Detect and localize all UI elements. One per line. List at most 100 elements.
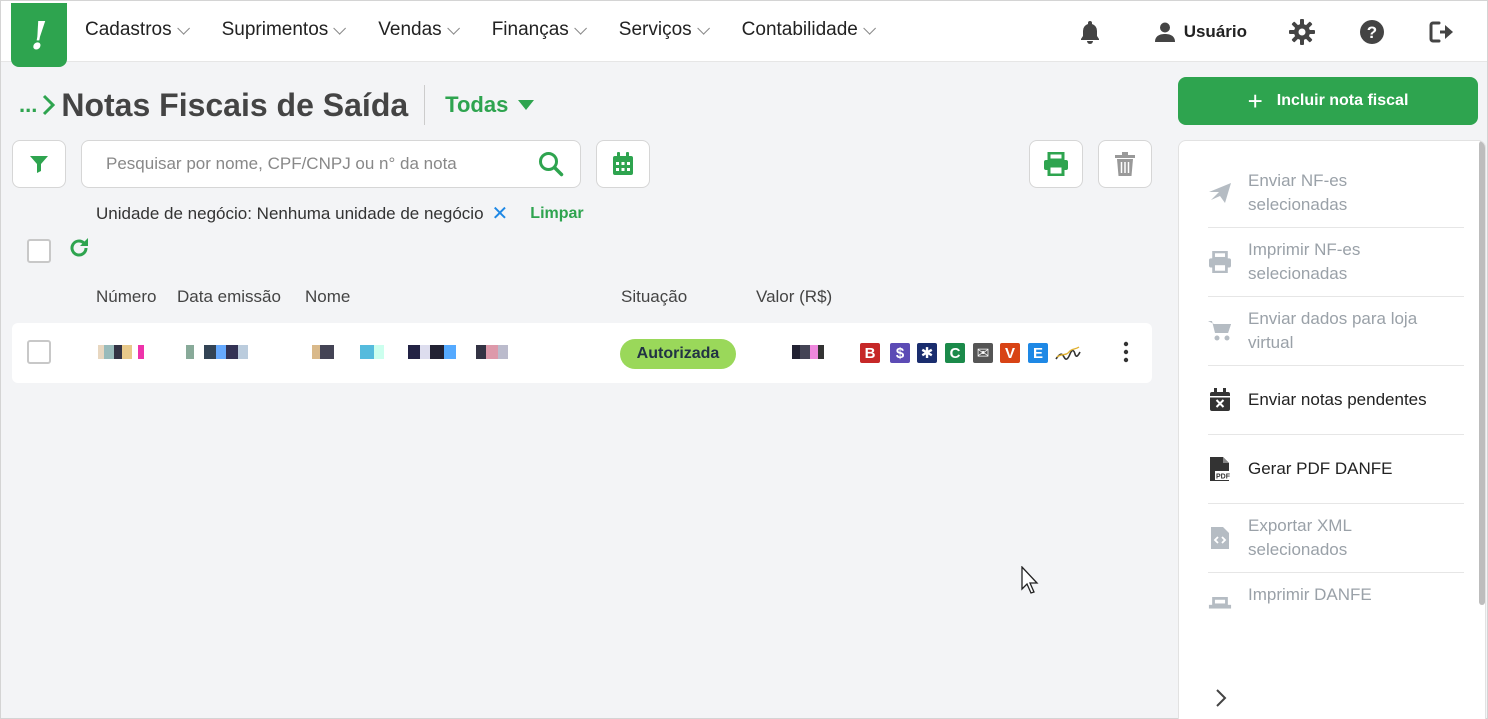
printer-icon [1208, 583, 1232, 609]
logout-button[interactable] [1429, 21, 1455, 43]
breadcrumb-ellipsis[interactable]: ... [19, 92, 37, 118]
status-filter-dropdown[interactable]: Todas [445, 92, 535, 118]
side-item-send-store-data[interactable]: Enviar dados para loja virtual [1208, 297, 1464, 366]
e-icon[interactable]: E [1028, 343, 1048, 363]
filter-button[interactable] [12, 140, 66, 188]
side-item-label: Gerar PDF DANFE [1248, 459, 1393, 478]
funnel-icon [30, 156, 48, 173]
table-row[interactable]: Autorizada B $ ✱ C ✉ V E [12, 323, 1152, 383]
clear-filters-link[interactable]: Limpar [530, 205, 583, 223]
user-name: Usuário [1183, 21, 1247, 41]
page-title: Notas Fiscais de Saída [61, 86, 409, 123]
select-all-checkbox[interactable] [27, 239, 51, 263]
search-icon[interactable] [538, 151, 564, 182]
chevron-down-icon [333, 21, 347, 35]
asterisk-tag-icon[interactable]: ✱ [917, 343, 937, 363]
header-divider [424, 85, 426, 125]
calendar-x-icon [1208, 388, 1232, 412]
chevron-down-icon [176, 21, 190, 35]
delete-button[interactable] [1098, 140, 1152, 188]
side-item-generate-pdf-danfe[interactable]: PDF Gerar PDF DANFE [1208, 435, 1464, 504]
code-file-icon [1208, 526, 1232, 550]
menu-label: Vendas [378, 19, 442, 40]
paper-plane-icon [1208, 182, 1232, 204]
label-line-1: Exportar XML [1248, 516, 1352, 535]
side-item-export-xml[interactable]: Exportar XML selecionados [1208, 504, 1464, 573]
side-panel-scrollbar[interactable] [1479, 141, 1485, 605]
menu-cadastros[interactable]: Cadastros [85, 19, 190, 41]
notifications-button[interactable] [1079, 20, 1101, 44]
row-more-options-button[interactable] [1122, 341, 1130, 368]
menu-servicos[interactable]: Serviços [618, 19, 710, 41]
side-item-send-pending[interactable]: Enviar notas pendentes [1208, 366, 1464, 435]
gear-icon [1289, 18, 1315, 45]
b-icon[interactable]: B [860, 343, 880, 363]
column-header-valor[interactable]: Valor (R$) [756, 287, 832, 307]
user-menu[interactable]: Usuário [1154, 21, 1247, 42]
refresh-icon [70, 238, 88, 257]
menu-financas[interactable]: Finanças [492, 19, 587, 41]
printer-icon [1208, 251, 1232, 273]
label-line-2: selecionados [1248, 540, 1348, 559]
chevron-right-icon [1216, 689, 1227, 707]
question-icon: ? [1360, 19, 1384, 44]
label-line-1: Enviar dados para loja [1248, 309, 1418, 328]
dollar-icon[interactable]: $ [890, 343, 910, 363]
status-filter-value: Todas [445, 92, 509, 117]
signature-icon[interactable] [1055, 345, 1081, 366]
menu-suprimentos[interactable]: Suprimentos [222, 19, 347, 41]
v-icon[interactable]: V [1000, 343, 1020, 363]
row-checkbox[interactable] [27, 340, 51, 364]
chevron-right-icon [43, 94, 56, 116]
asterisk-tag-icon-glyph: ✱ [920, 345, 934, 362]
side-item-print-danfe[interactable]: Imprimir DANFE [1208, 573, 1464, 642]
column-header-data-emissao[interactable]: Data emissão [177, 287, 281, 307]
redacted-number [98, 345, 144, 359]
calendar-icon [613, 152, 633, 175]
active-filter-tag: Unidade de negócio: Nenhuma unidade de n… [96, 201, 584, 226]
label-line-2: selecionadas [1248, 264, 1348, 283]
include-invoice-label: Incluir nota fiscal [1276, 92, 1409, 109]
search-input[interactable] [82, 141, 532, 187]
column-header-nome[interactable]: Nome [305, 287, 350, 307]
c-icon[interactable]: C [945, 343, 965, 363]
settings-button[interactable] [1289, 18, 1315, 45]
side-item-print-nfes[interactable]: Imprimir NF-es selecionadas [1208, 228, 1464, 297]
redacted-value [792, 345, 824, 359]
status-badge: Autorizada [620, 339, 736, 369]
print-button[interactable] [1029, 140, 1083, 188]
dollar-icon-glyph: $ [895, 344, 905, 362]
svg-text:?: ? [1367, 23, 1377, 42]
refresh-button[interactable] [67, 236, 91, 265]
bell-icon [1080, 20, 1099, 44]
side-item-label: Enviar NF-es selecionadas [1248, 169, 1347, 217]
page-header: ... Notas Fiscais de Saída Todas [19, 85, 535, 125]
side-item-send-nfes[interactable]: Enviar NF-es selecionadas [1208, 159, 1464, 228]
help-button[interactable]: ? [1359, 19, 1385, 45]
menu-vendas[interactable]: Vendas [378, 19, 460, 41]
kebab-icon [1123, 341, 1129, 363]
menu-contabilidade[interactable]: Contabilidade [742, 19, 876, 41]
envelope-icon[interactable]: ✉ [973, 343, 993, 363]
pdf-file-icon: PDF [1208, 456, 1232, 482]
menu-label: Serviços [618, 19, 692, 40]
logo-glyph: ! [30, 12, 48, 58]
include-invoice-button[interactable]: + Incluir nota fiscal [1178, 77, 1478, 125]
svg-text:PDF: PDF [1216, 474, 1231, 481]
trash-icon [1115, 152, 1135, 176]
user-icon [1154, 22, 1175, 42]
remove-filter-icon[interactable]: ✕ [492, 201, 509, 226]
plus-icon: + [1247, 85, 1263, 116]
logout-icon [1429, 21, 1453, 42]
collapse-panel-button[interactable] [1215, 688, 1227, 713]
column-header-numero[interactable]: Número [96, 287, 156, 307]
column-header-situacao[interactable]: Situação [621, 287, 687, 307]
nav-right-tools: Usuário ? [1079, 1, 1487, 62]
side-item-label: Imprimir DANFE [1248, 585, 1372, 604]
side-item-label: Enviar notas pendentes [1248, 390, 1427, 409]
menu-label: Cadastros [85, 19, 172, 40]
date-filter-button[interactable] [596, 140, 650, 188]
e-icon-glyph: E [1032, 344, 1043, 362]
filter-tag-text: Unidade de negócio: Nenhuma unidade de n… [96, 203, 484, 223]
app-logo[interactable]: ! [11, 3, 67, 67]
